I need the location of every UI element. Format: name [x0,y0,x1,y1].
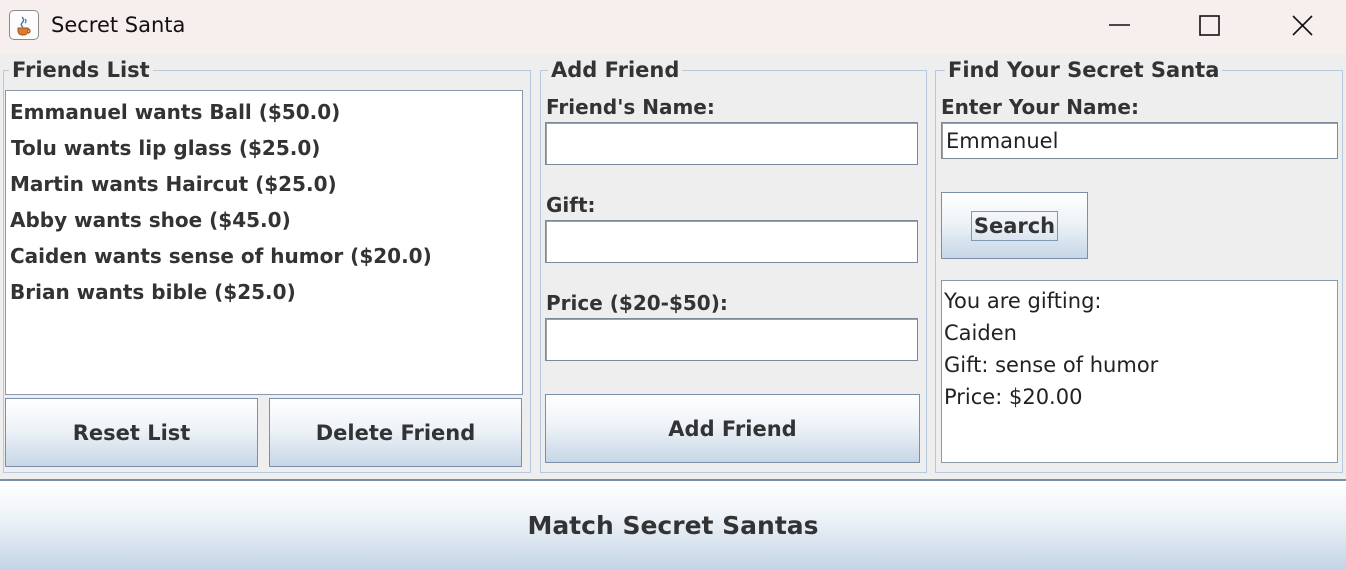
result-line: Caiden [944,321,1017,345]
your-name-field[interactable] [941,122,1338,159]
search-button[interactable]: Search [941,192,1088,259]
friends-list-title: Friends List [9,58,153,82]
list-item[interactable]: Tolu wants lip glass ($25.0) [11,136,320,160]
price-field[interactable] [545,318,918,361]
add-friend-title: Add Friend [548,58,683,82]
reset-list-button[interactable]: Reset List [5,398,258,467]
match-secret-santas-button[interactable]: Match Secret Santas [0,479,1346,570]
result-line: You are gifting: [944,289,1102,313]
search-button-label: Search [970,210,1059,241]
list-item[interactable]: Caiden wants sense of humor ($20.0) [10,244,432,268]
price-label: Price ($20-$50): [546,291,728,315]
friend-name-field[interactable] [545,122,918,165]
gift-label: Gift: [546,193,596,217]
result-line: Gift: sense of humor [944,353,1159,377]
list-item[interactable]: Martin wants Haircut ($25.0) [10,172,337,196]
find-santa-title: Find Your Secret Santa [945,58,1223,82]
friend-name-label: Friend's Name: [546,95,715,119]
price-input[interactable] [550,323,913,356]
close-icon [1292,15,1313,36]
window-title: Secret Santa [51,13,186,37]
minimize-icon [1109,24,1130,26]
friend-name-input[interactable] [550,127,913,160]
gift-field[interactable] [545,220,918,263]
minimize-button[interactable] [1073,0,1165,54]
result-line: Price: $20.00 [944,385,1083,409]
gift-input[interactable] [550,225,913,258]
delete-friend-button[interactable]: Delete Friend [269,398,522,467]
friends-list[interactable]: Emmanuel wants Ball ($50.0) Tolu wants l… [5,90,523,395]
add-friend-button[interactable]: Add Friend [545,394,920,463]
title-bar: Secret Santa [0,0,1346,54]
result-text-area: You are gifting: Caiden Gift: sense of h… [941,280,1338,463]
maximize-button[interactable] [1163,0,1255,54]
list-item[interactable]: Abby wants shoe ($45.0) [10,208,291,232]
java-app-icon [9,10,39,40]
list-item[interactable]: Brian wants bible ($25.0) [10,280,296,304]
list-item[interactable]: Emmanuel wants Ball ($50.0) [10,100,340,124]
your-name-label: Enter Your Name: [941,95,1139,119]
close-button[interactable] [1256,0,1346,54]
maximize-icon [1199,15,1220,36]
your-name-input[interactable] [946,126,1333,155]
